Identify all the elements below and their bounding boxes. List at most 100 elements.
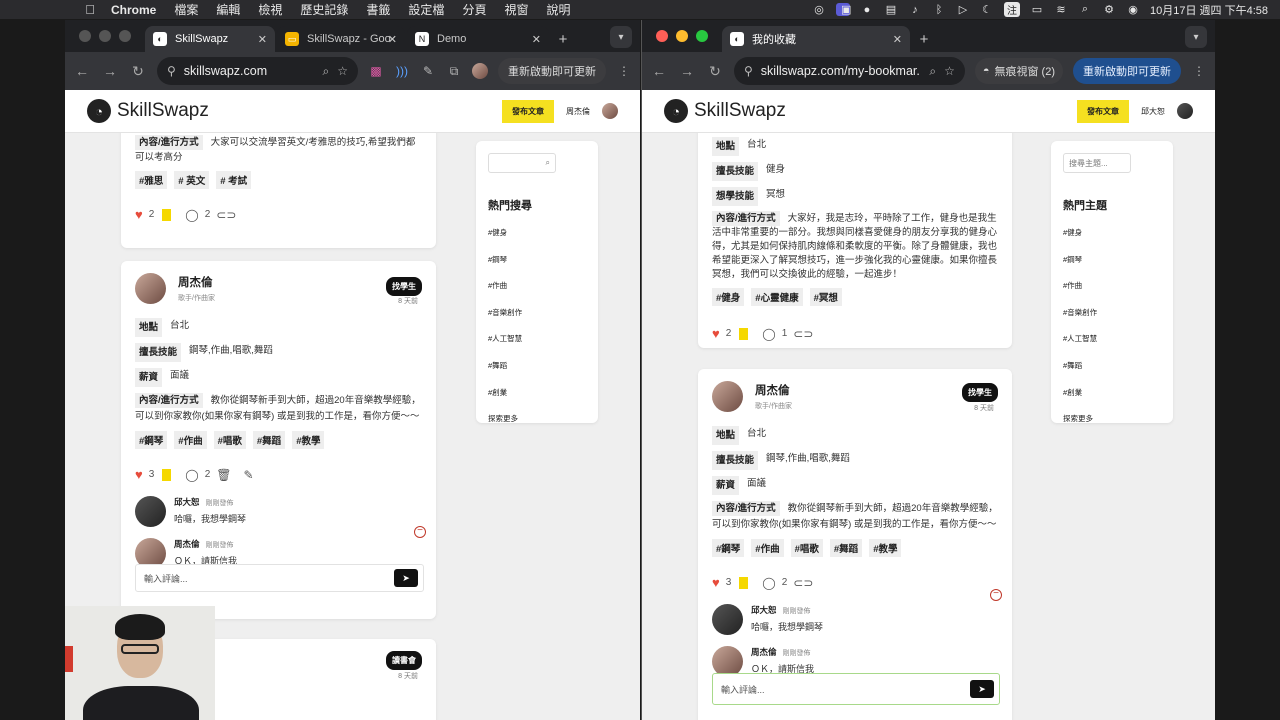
post-article-button[interactable]: 發布文章 — [1077, 99, 1129, 123]
control-center-icon[interactable]: ⚙ — [1102, 3, 1116, 16]
tab-search-chevron-down-icon[interactable]: ▾ — [610, 26, 632, 48]
trending-item[interactable]: #作曲 — [1063, 280, 1161, 291]
tab-skillswapz[interactable]: ◐ SkillSwapz ✕ — [145, 26, 275, 52]
comment-bubble-icon[interactable]: ◯ — [762, 576, 775, 590]
commenter-name[interactable]: 周杰倫 — [751, 647, 777, 657]
bookmark-icon[interactable] — [162, 468, 172, 481]
trending-item[interactable]: #作曲 — [488, 280, 586, 291]
header-username[interactable]: 周杰倫 — [566, 106, 590, 117]
tag[interactable]: # 考試 — [216, 171, 252, 189]
header-avatar[interactable] — [602, 103, 618, 119]
close-tab-icon[interactable]: ✕ — [893, 33, 902, 46]
screen-share-icon[interactable]: ◎ — [812, 3, 826, 16]
volume-icon[interactable]: ♪ — [908, 4, 922, 16]
comment-bubble-icon[interactable]: ◯ — [185, 208, 198, 222]
comments-toggle-icon[interactable]: ⊂⊃ — [793, 327, 813, 341]
trash-icon[interactable]: 🗑 — [216, 468, 231, 482]
site-logo[interactable]: ◔ SkillSwapz — [87, 99, 209, 123]
explore-more-link[interactable]: 探索更多 — [488, 413, 586, 424]
author-name[interactable]: 周杰倫 — [178, 274, 215, 290]
trending-item[interactable]: #舞蹈 — [1063, 360, 1161, 371]
commenter-name[interactable]: 周杰倫 — [174, 539, 200, 549]
profile-avatar[interactable] — [472, 63, 488, 79]
send-comment-button[interactable]: ➤ — [970, 680, 994, 698]
back-arrow-icon[interactable]: ← — [73, 63, 91, 79]
close-tab-icon[interactable]: ✕ — [388, 33, 397, 46]
tag[interactable]: #唱歌 — [790, 539, 823, 557]
bookmark-icon[interactable] — [739, 327, 749, 340]
menu-profiles[interactable]: 設定檔 — [399, 1, 453, 18]
menu-edit[interactable]: 編輯 — [207, 1, 249, 18]
spotlight-icon[interactable]: ⌕ — [1078, 3, 1092, 16]
bookmark-star-icon[interactable]: ☆ — [337, 64, 348, 78]
sidebar-search-input[interactable]: ⌕ — [488, 153, 556, 173]
delete-comment-icon[interactable]: − — [990, 589, 1002, 601]
close-window-button[interactable] — [79, 30, 91, 42]
zoom-icon[interactable]: ⌕ — [929, 64, 936, 79]
commenter-name[interactable]: 邱大恕 — [174, 497, 200, 507]
zoom-icon[interactable]: ⌕ — [323, 64, 330, 79]
like-heart-icon[interactable]: ♥ — [712, 575, 720, 590]
bookmark-icon[interactable] — [162, 208, 172, 221]
comment-bubble-icon[interactable]: ◯ — [185, 468, 198, 482]
clock[interactable]: 10月17日 週四 下午4:58 — [1150, 2, 1268, 18]
minimize-window-button[interactable] — [99, 30, 111, 42]
bookmark-icon[interactable] — [739, 576, 749, 589]
commenter-name[interactable]: 邱大恕 — [751, 605, 777, 615]
close-window-button[interactable] — [656, 30, 668, 42]
input-method-indicator[interactable]: 注 — [1004, 2, 1020, 17]
zoom-window-button[interactable] — [696, 30, 708, 42]
close-tab-icon[interactable]: ✕ — [258, 33, 267, 46]
chat-icon[interactable]: ▤ — [884, 3, 898, 16]
comment-input[interactable]: 輸入評論... ➤ — [712, 673, 1000, 705]
trending-item[interactable]: #鋼琴 — [488, 254, 586, 265]
wifi-icon[interactable]: ≋ — [1054, 3, 1068, 16]
header-avatar[interactable] — [1177, 103, 1193, 119]
menu-bookmarks[interactable]: 書籤 — [357, 1, 399, 18]
extensions-puzzle-icon[interactable]: ⧉ — [446, 64, 462, 79]
reload-icon[interactable]: ↻ — [129, 63, 147, 80]
minimize-window-button[interactable] — [676, 30, 688, 42]
new-tab-button[interactable]: + — [551, 26, 575, 52]
author-name[interactable]: 周杰倫 — [755, 382, 792, 398]
url-text[interactable]: skillswapz.com — [184, 64, 315, 78]
like-heart-icon[interactable]: ♥ — [135, 467, 143, 482]
forward-arrow-icon[interactable]: → — [101, 63, 119, 79]
search-icon[interactable]: ⌕ — [546, 158, 550, 168]
siri-icon[interactable]: ◉ — [1126, 3, 1140, 16]
tag[interactable]: # 英文 — [174, 171, 210, 189]
commenter-avatar[interactable] — [712, 604, 743, 635]
menu-tab[interactable]: 分頁 — [453, 1, 495, 18]
update-button[interactable]: 重新啟動即可更新 — [498, 58, 606, 84]
header-username[interactable]: 邱大恕 — [1141, 106, 1165, 117]
close-tab-icon[interactable]: ✕ — [532, 33, 541, 46]
author-avatar[interactable] — [712, 381, 743, 412]
more-menu-icon[interactable]: ⋮ — [616, 64, 632, 78]
site-logo[interactable]: ◔ SkillSwapz — [664, 99, 786, 123]
comments-toggle-icon[interactable]: ⊂⊃ — [793, 576, 813, 590]
audio-extension-icon[interactable]: ))) — [394, 64, 410, 78]
tag[interactable]: #鋼琴 — [712, 539, 745, 557]
trending-item[interactable]: #音樂創作 — [1063, 307, 1161, 318]
tag[interactable]: #心靈健康 — [751, 288, 803, 306]
trending-item[interactable]: #健身 — [488, 227, 586, 238]
tag[interactable]: #健身 — [712, 288, 745, 306]
tab-demo[interactable]: N Demo ✕ — [407, 26, 549, 52]
trending-item[interactable]: #舞蹈 — [488, 360, 586, 371]
commenter-avatar[interactable] — [135, 496, 166, 527]
update-button[interactable]: 重新啟動即可更新 — [1073, 58, 1181, 84]
new-tab-button[interactable]: + — [912, 26, 936, 52]
site-info-icon[interactable]: ⚲ — [167, 64, 176, 78]
tag[interactable]: #冥想 — [809, 288, 842, 306]
tab-google-slides[interactable]: ▭ SkillSwapz - Goo ✕ — [277, 26, 405, 52]
menu-view[interactable]: 檢視 — [249, 1, 291, 18]
trending-item[interactable]: #音樂創作 — [488, 307, 586, 318]
tag[interactable]: #鋼琴 — [135, 431, 168, 449]
menu-app[interactable]: Chrome — [102, 3, 165, 17]
trending-item[interactable]: #人工智慧 — [488, 333, 586, 344]
sidebar-search-input[interactable]: 搜尋主題... — [1063, 153, 1131, 173]
tab-bookmarks[interactable]: ◐ 我的收藏 ✕ — [722, 26, 910, 52]
tag[interactable]: #舞蹈 — [252, 431, 286, 449]
edit-icon[interactable]: ✎ — [244, 468, 254, 482]
translate-extension-icon[interactable]: ▩ — [368, 64, 384, 78]
